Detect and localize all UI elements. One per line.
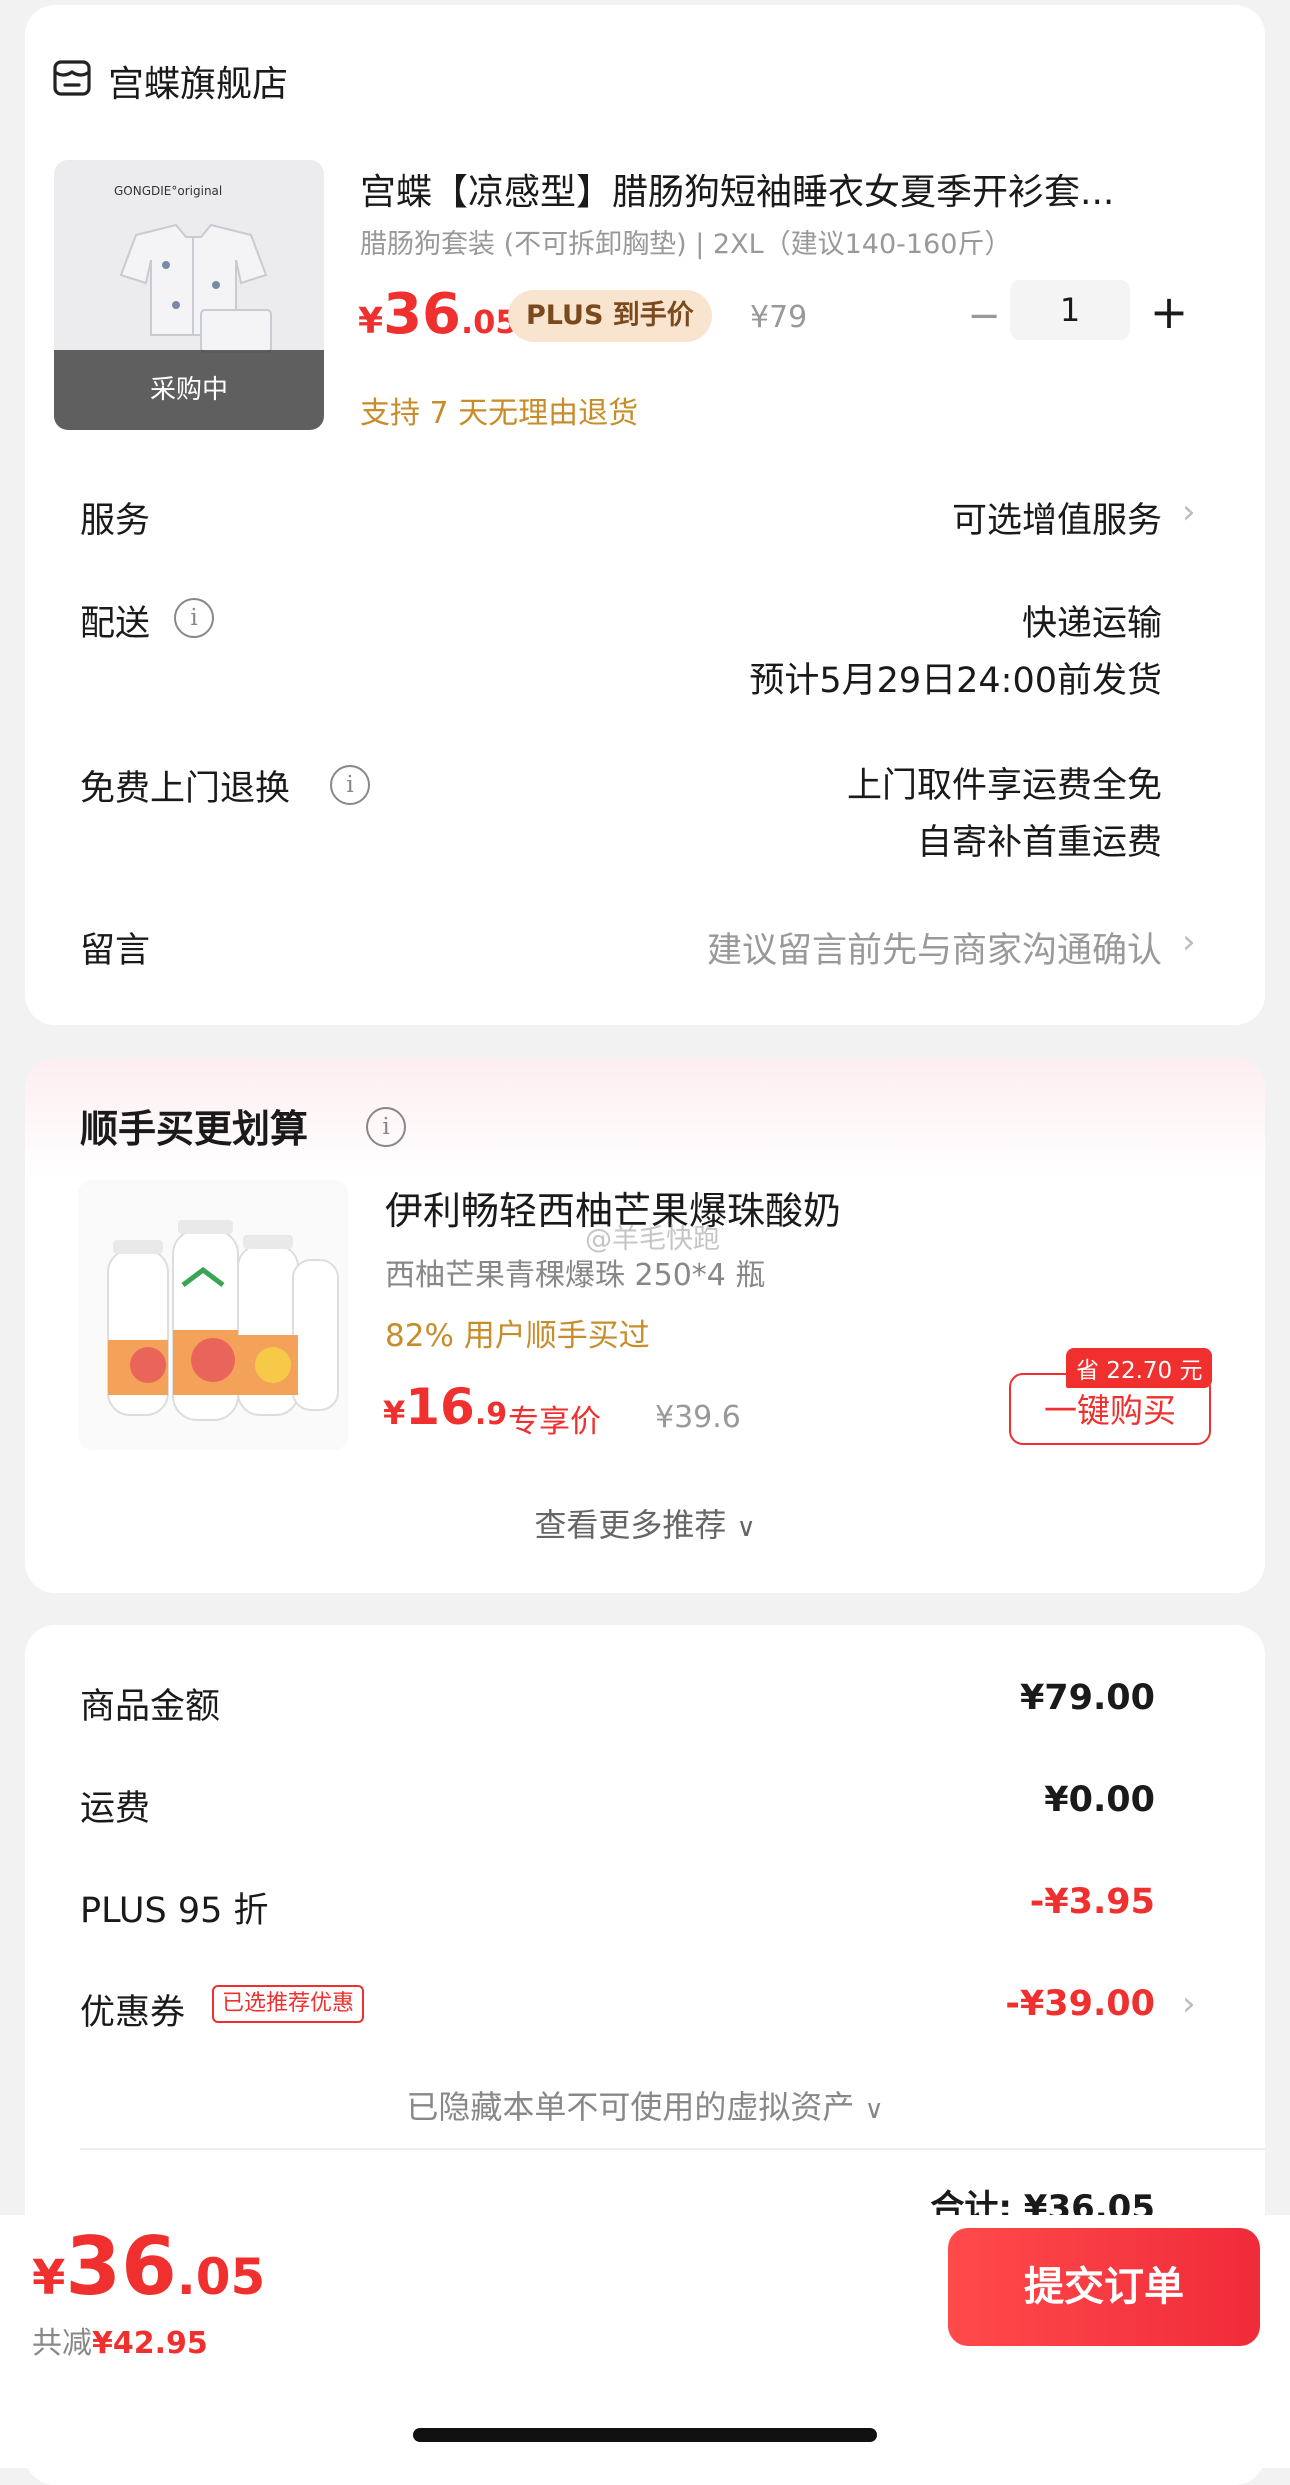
chevron-down-icon: ∨ [736, 1513, 756, 1543]
more-recommendations-link[interactable]: 查看更多推荐 ∨ [0, 1500, 1290, 1546]
quantity-input[interactable]: 1 [1010, 280, 1130, 340]
recommend-price: ¥16.9 [383, 1378, 507, 1436]
delivery-estimate: 预计5月29日24:00前发货 [749, 661, 1162, 701]
service-label: 服务 [80, 501, 151, 541]
chevron-right-icon[interactable]: › [1182, 1984, 1196, 2024]
recommend-product-spec: 西柚芒果青稞爆珠 250*4 瓶 [385, 1258, 766, 1293]
exclusive-price-tag: 专享价 [508, 1404, 601, 1440]
pajama-illustration [119, 223, 272, 353]
original-price: ¥79 [750, 300, 808, 335]
recommend-title: 顺手买更划算 [80, 1107, 309, 1151]
coupon-selected-tag: 已选推荐优惠 [212, 1985, 365, 2023]
total-saved: 共减¥42.95 [32, 2318, 208, 2362]
product-spec[interactable]: 腊肠狗套装 (不可拆卸胸垫) | 2XL（建议140-160斤） [360, 222, 1011, 261]
product-image[interactable]: GONGDIE°original 采购中 [54, 160, 324, 430]
purchasing-overlay: 采购中 [54, 350, 324, 430]
plus-discount-label: PLUS 95 折 [80, 1891, 269, 1931]
info-icon[interactable]: i [174, 598, 214, 638]
price-decimal: .9 [474, 1397, 508, 1432]
shipping-label: 运费 [80, 1789, 151, 1829]
home-indicator[interactable] [413, 2428, 877, 2442]
delivery-label: 配送 [80, 604, 151, 644]
quantity-increase-button[interactable]: + [1142, 285, 1196, 339]
note-label: 留言 [80, 931, 151, 971]
price-symbol: ¥ [32, 2250, 66, 2306]
hidden-assets-label: 已隐藏本单不可使用的虚拟资产 [406, 2088, 855, 2126]
product-image-brand: GONGDIE°original [114, 184, 223, 198]
yogurt-bottles-illustration [107, 1220, 339, 1421]
yogurt-image[interactable] [78, 1180, 348, 1450]
price-symbol: ¥ [383, 1394, 406, 1432]
coupon-value[interactable]: -¥39.00 [1005, 1984, 1155, 2024]
chevron-right-icon[interactable]: › [1182, 492, 1196, 532]
return-policy-note: 支持 7 天无理由退货 [360, 396, 639, 431]
total-saved-value: ¥42.95 [92, 2326, 208, 2361]
coupon-label: 优惠券 [80, 1993, 186, 2033]
goods-amount-value: ¥79.00 [1019, 1678, 1155, 1718]
store-icon [53, 60, 91, 96]
goods-amount-label: 商品金额 [80, 1687, 221, 1727]
info-icon[interactable]: i [366, 1107, 406, 1147]
product-title[interactable]: 宫蝶【凉感型】腊肠狗短袖睡衣女夏季开衫套... [360, 163, 1190, 215]
chevron-down-icon: ∨ [864, 2095, 884, 2125]
delivery-method: 快递运输 [1021, 604, 1162, 644]
info-icon[interactable]: i [330, 765, 370, 805]
service-value[interactable]: 可选增值服务 [952, 492, 1162, 543]
divider [80, 2148, 1265, 2150]
shipping-value: ¥0.00 [1044, 1780, 1155, 1820]
price-decimal: .05 [176, 2248, 266, 2306]
hidden-assets-toggle[interactable]: 已隐藏本单不可使用的虚拟资产 ∨ [0, 2082, 1290, 2128]
recommend-bought-stat: 82% 用户顺手买过 [385, 1318, 650, 1354]
chevron-right-icon[interactable]: › [1182, 922, 1196, 962]
save-amount-badge: 省 22.70 元 [1066, 1348, 1213, 1388]
more-recommendations-label: 查看更多推荐 [534, 1506, 727, 1544]
pickup-line2: 自寄补首重运费 [916, 823, 1162, 863]
watermark: @羊毛快跑 [585, 1224, 720, 1255]
price-symbol: ¥ [358, 301, 384, 342]
price-integer: 36 [65, 2220, 177, 2313]
submit-order-button[interactable]: 提交订单 [948, 2228, 1260, 2346]
pickup-line1: 上门取件享运费全免 [846, 766, 1162, 806]
product-price: ¥36.05 [358, 282, 518, 347]
pickup-label: 免费上门退换 [80, 769, 291, 809]
quantity-decrease-button[interactable]: − [958, 290, 1010, 342]
price-integer: 16 [405, 1378, 475, 1436]
price-integer: 36 [383, 282, 461, 347]
store-name[interactable]: 宫蝶旗舰店 [108, 55, 288, 107]
note-input[interactable]: 建议留言前先与商家沟通确认 [707, 922, 1162, 973]
plus-discount-value: -¥3.95 [1029, 1882, 1155, 1922]
plus-price-badge: PLUS 到手价 [508, 290, 712, 342]
total-saved-label: 共减 [32, 2326, 92, 2361]
recommend-original-price: ¥39.6 [655, 1400, 741, 1435]
payable-price: ¥36.05 [32, 2220, 265, 2313]
